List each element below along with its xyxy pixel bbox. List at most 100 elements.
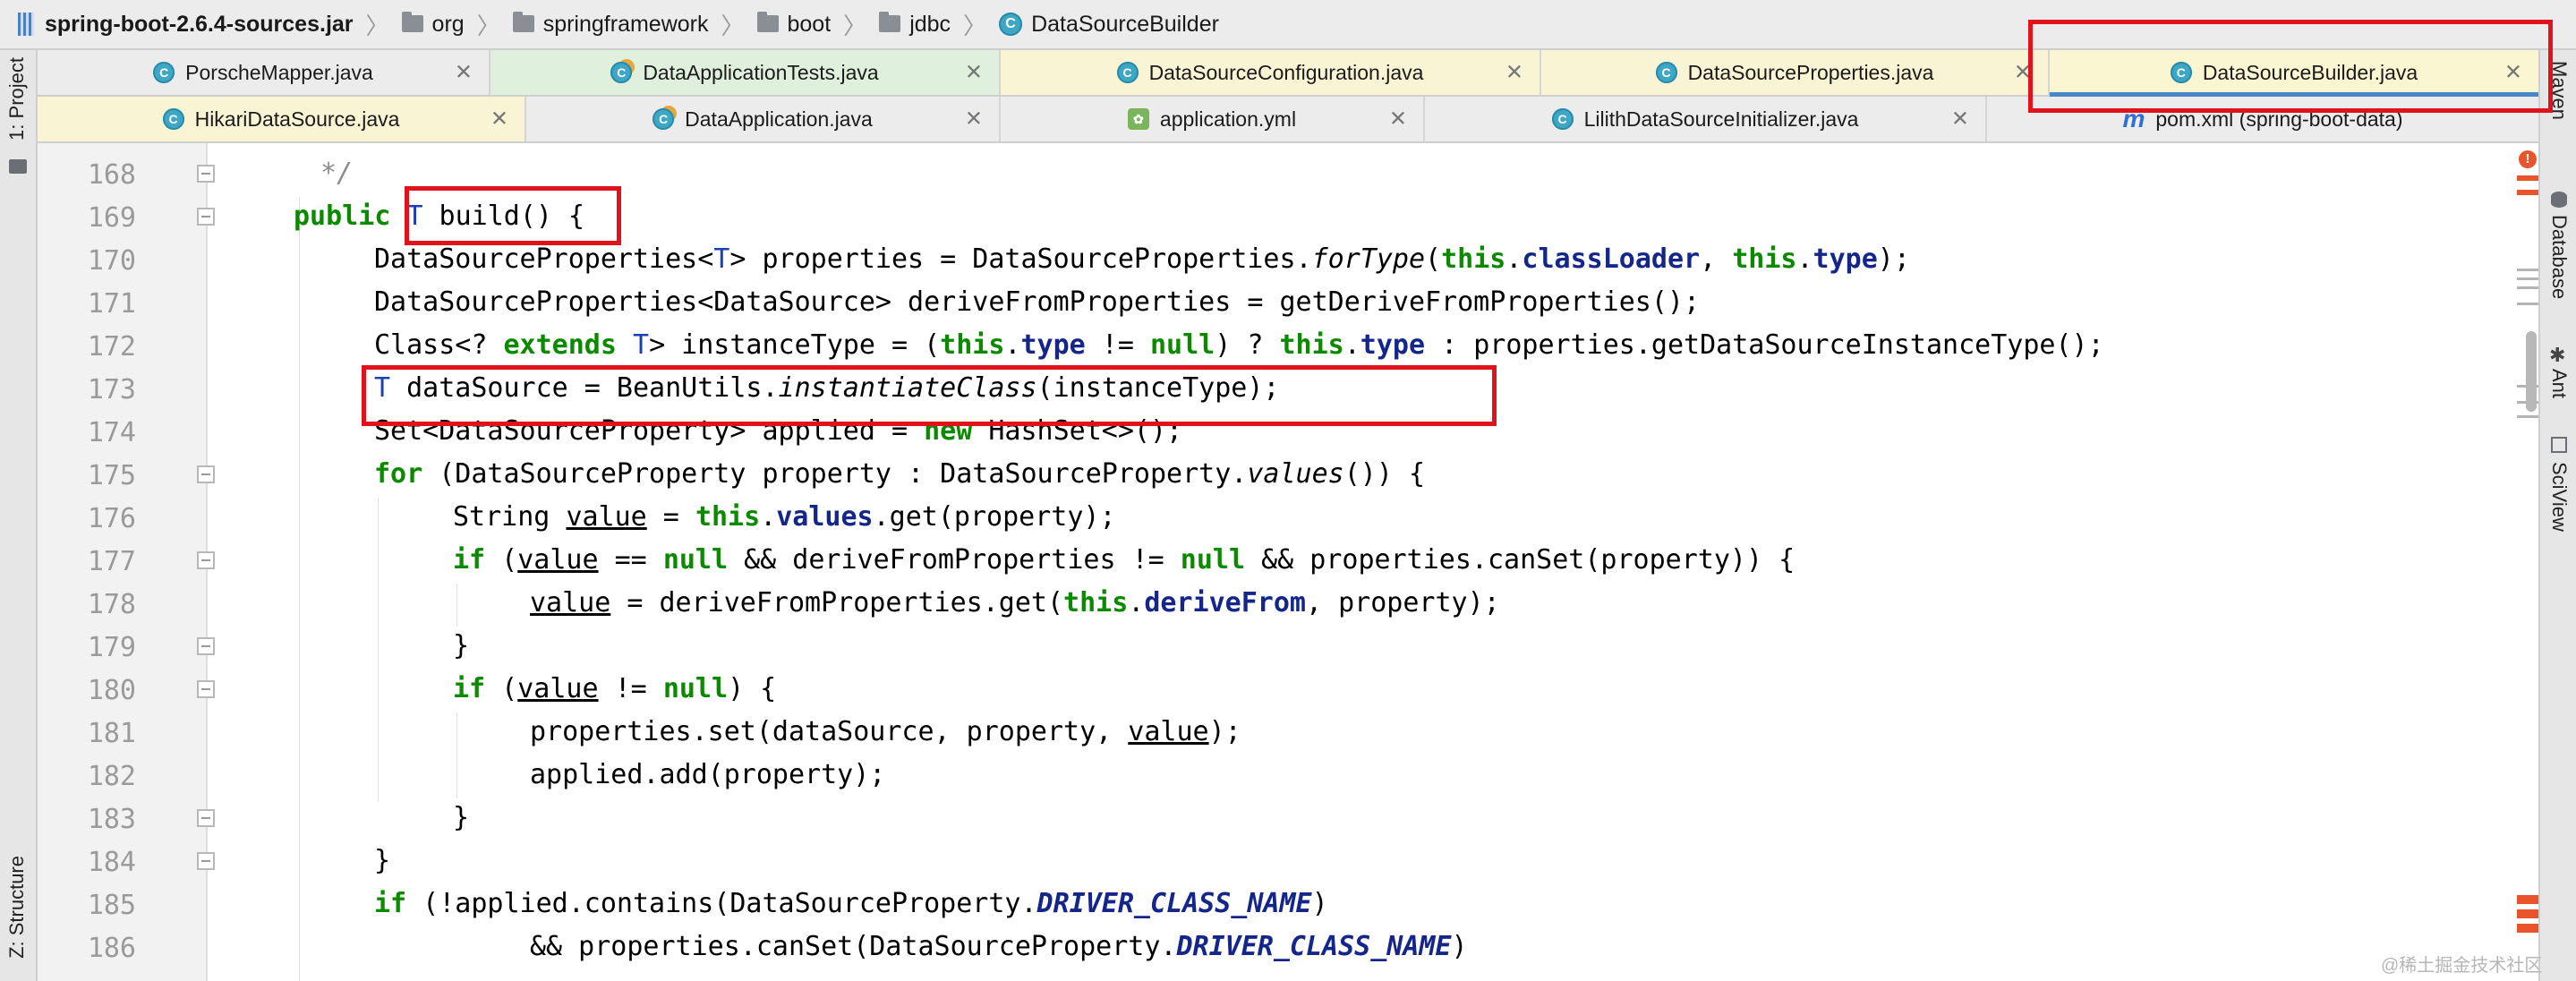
fold-marker[interactable] xyxy=(197,637,215,655)
fold-marker[interactable] xyxy=(197,852,215,870)
code-line-180: if (value != null) { xyxy=(453,673,777,704)
fold-marker[interactable] xyxy=(197,551,215,569)
line-number: 184 xyxy=(87,847,136,878)
line-number: 185 xyxy=(87,890,136,921)
line-number: 172 xyxy=(87,331,136,363)
code-line-184: } xyxy=(374,845,391,876)
highlight-box-active-tab xyxy=(2028,20,2553,113)
project-tool-tab[interactable]: 1: Project xyxy=(5,57,29,141)
code-line-181: properties.set(dataSource, property, val… xyxy=(530,716,1241,747)
line-number: 174 xyxy=(87,417,136,448)
error-stripe-mark[interactable] xyxy=(2517,190,2538,195)
line-number: 182 xyxy=(87,761,136,792)
usage-stripe-mark[interactable] xyxy=(2517,269,2538,271)
close-icon[interactable]: ✕ xyxy=(455,60,473,86)
left-tool-strip: 1: Project Z: Structure xyxy=(0,50,38,981)
error-stripe-mark[interactable] xyxy=(2517,895,2538,904)
tab-porschemapper[interactable]: C PorscheMapper.java ✕ xyxy=(38,50,490,95)
class-icon: C xyxy=(162,108,184,130)
ant-tool-tab[interactable]: Ant xyxy=(2547,369,2571,398)
tab-dataapplication[interactable]: C DataApplication.java ✕ xyxy=(526,97,1001,141)
tab-dataapplicationtests[interactable]: C DataApplicationTests.java ✕ xyxy=(490,50,1001,95)
breadcrumb-item-class[interactable]: C DataSourceBuilder xyxy=(999,12,1219,38)
breadcrumb-item-boot[interactable]: boot 〉 xyxy=(756,8,880,41)
code-line-178: value = deriveFromProperties.get(this.de… xyxy=(530,587,1500,618)
class-icon: C xyxy=(153,62,175,83)
close-icon[interactable]: ✕ xyxy=(965,107,983,132)
yml-icon: ✿ xyxy=(1127,108,1149,130)
highlight-box-datasource-instantiation xyxy=(362,365,1497,426)
error-stripe-mark[interactable] xyxy=(2517,924,2538,933)
tab-lilithdatasourceinitializer[interactable]: C LilithDataSourceInitializer.java ✕ xyxy=(1425,97,1987,141)
code-line-179: } xyxy=(453,630,470,661)
error-indicator-icon[interactable]: ! xyxy=(2519,150,2537,168)
line-number: 171 xyxy=(87,288,136,320)
line-number: 170 xyxy=(87,245,136,277)
fold-marker[interactable] xyxy=(197,465,215,483)
tab-datasourceconfiguration[interactable]: C DataSourceConfiguration.java ✕ xyxy=(1001,50,1541,95)
code-line-176: String value = this.values.get(property)… xyxy=(453,501,1116,533)
class-icon: C xyxy=(653,108,675,130)
breadcrumb-item-jar[interactable]: spring-boot-2.6.4-sources.jar 〉 xyxy=(18,8,402,41)
close-icon[interactable]: ✕ xyxy=(490,107,508,132)
structure-tool-tab[interactable]: Z: Structure xyxy=(5,856,29,959)
close-icon[interactable]: ✕ xyxy=(1506,60,1523,86)
code-line-186: && properties.canSet(DataSourceProperty.… xyxy=(530,931,1468,962)
line-number: 179 xyxy=(87,632,136,663)
fold-marker[interactable] xyxy=(197,680,215,698)
ant-icon: ✱ xyxy=(2549,344,2566,366)
class-icon: C xyxy=(1655,62,1677,83)
fold-marker[interactable] xyxy=(197,809,215,827)
line-number: 177 xyxy=(87,546,136,577)
right-tool-strip: Maven Database ✱ Ant SciView xyxy=(2538,50,2576,981)
fold-marker[interactable] xyxy=(197,208,215,226)
folder-icon xyxy=(756,11,779,32)
code-line-185: if (!applied.contains(DataSourceProperty… xyxy=(374,888,1328,919)
error-stripe-mark[interactable] xyxy=(2517,909,2538,918)
line-number-gutter: 168 169 170 171 172 173 174 175 176 177 … xyxy=(38,143,208,981)
vertical-scrollbar-thumb[interactable] xyxy=(2526,331,2537,412)
close-icon[interactable]: ✕ xyxy=(1951,107,1969,132)
code-line-182: applied.add(property); xyxy=(530,759,886,790)
line-number: 181 xyxy=(87,718,136,749)
breadcrumb-item-springframework[interactable]: springframework 〉 xyxy=(512,8,757,41)
fold-marker[interactable] xyxy=(197,165,215,183)
close-icon[interactable]: ✕ xyxy=(1389,107,1407,132)
usage-stripe-mark[interactable] xyxy=(2517,303,2538,305)
code-line-183: } xyxy=(453,802,470,833)
breadcrumb-item-org[interactable]: org 〉 xyxy=(401,8,513,41)
code-line-171: DataSourceProperties<DataSource> deriveF… xyxy=(374,286,1701,318)
close-icon[interactable]: ✕ xyxy=(965,60,983,86)
folder-icon xyxy=(879,11,901,32)
code-editor[interactable]: 168 169 170 171 172 173 174 175 176 177 … xyxy=(38,143,2538,981)
code-line-175: for (DataSourceProperty property : DataS… xyxy=(374,458,1426,490)
code-line-177: if (value == null && deriveFromPropertie… xyxy=(453,544,1796,576)
tab-application-yml[interactable]: ✿ application.yml ✕ xyxy=(1001,97,1425,141)
folder-icon xyxy=(401,11,423,32)
line-number: 175 xyxy=(87,460,136,491)
line-number: 180 xyxy=(87,675,136,706)
line-number: 183 xyxy=(87,804,136,835)
code-line-170: DataSourceProperties<T> properties = Dat… xyxy=(374,243,1910,275)
usage-stripe-mark[interactable] xyxy=(2517,286,2538,289)
folder-icon xyxy=(9,159,27,174)
line-number: 173 xyxy=(87,374,136,405)
code-line-168: */ xyxy=(320,158,354,189)
test-class-icon: C xyxy=(610,62,633,83)
line-number: 176 xyxy=(87,503,136,534)
highlight-box-build-method xyxy=(405,186,621,245)
sciview-tool-tab[interactable]: SciView xyxy=(2547,462,2571,532)
usage-stripe-mark[interactable] xyxy=(2517,415,2538,418)
breadcrumb-item-jdbc[interactable]: jdbc 〉 xyxy=(879,8,999,41)
usage-stripe-mark[interactable] xyxy=(2517,277,2538,280)
line-number: 178 xyxy=(87,589,136,620)
tab-hikaridatasource[interactable]: C HikariDataSource.java ✕ xyxy=(38,97,526,141)
class-icon: C xyxy=(999,13,1023,36)
folder-icon xyxy=(512,11,534,32)
sciview-icon xyxy=(2551,437,2567,453)
line-number: 186 xyxy=(87,933,136,964)
database-tool-tab[interactable]: Database xyxy=(2547,215,2571,299)
tab-datasourceproperties[interactable]: C DataSourceProperties.java ✕ xyxy=(1541,50,2050,95)
code-line-172: Class<? extends T> instanceType = (this.… xyxy=(374,329,2104,361)
error-stripe-mark[interactable] xyxy=(2517,175,2538,181)
